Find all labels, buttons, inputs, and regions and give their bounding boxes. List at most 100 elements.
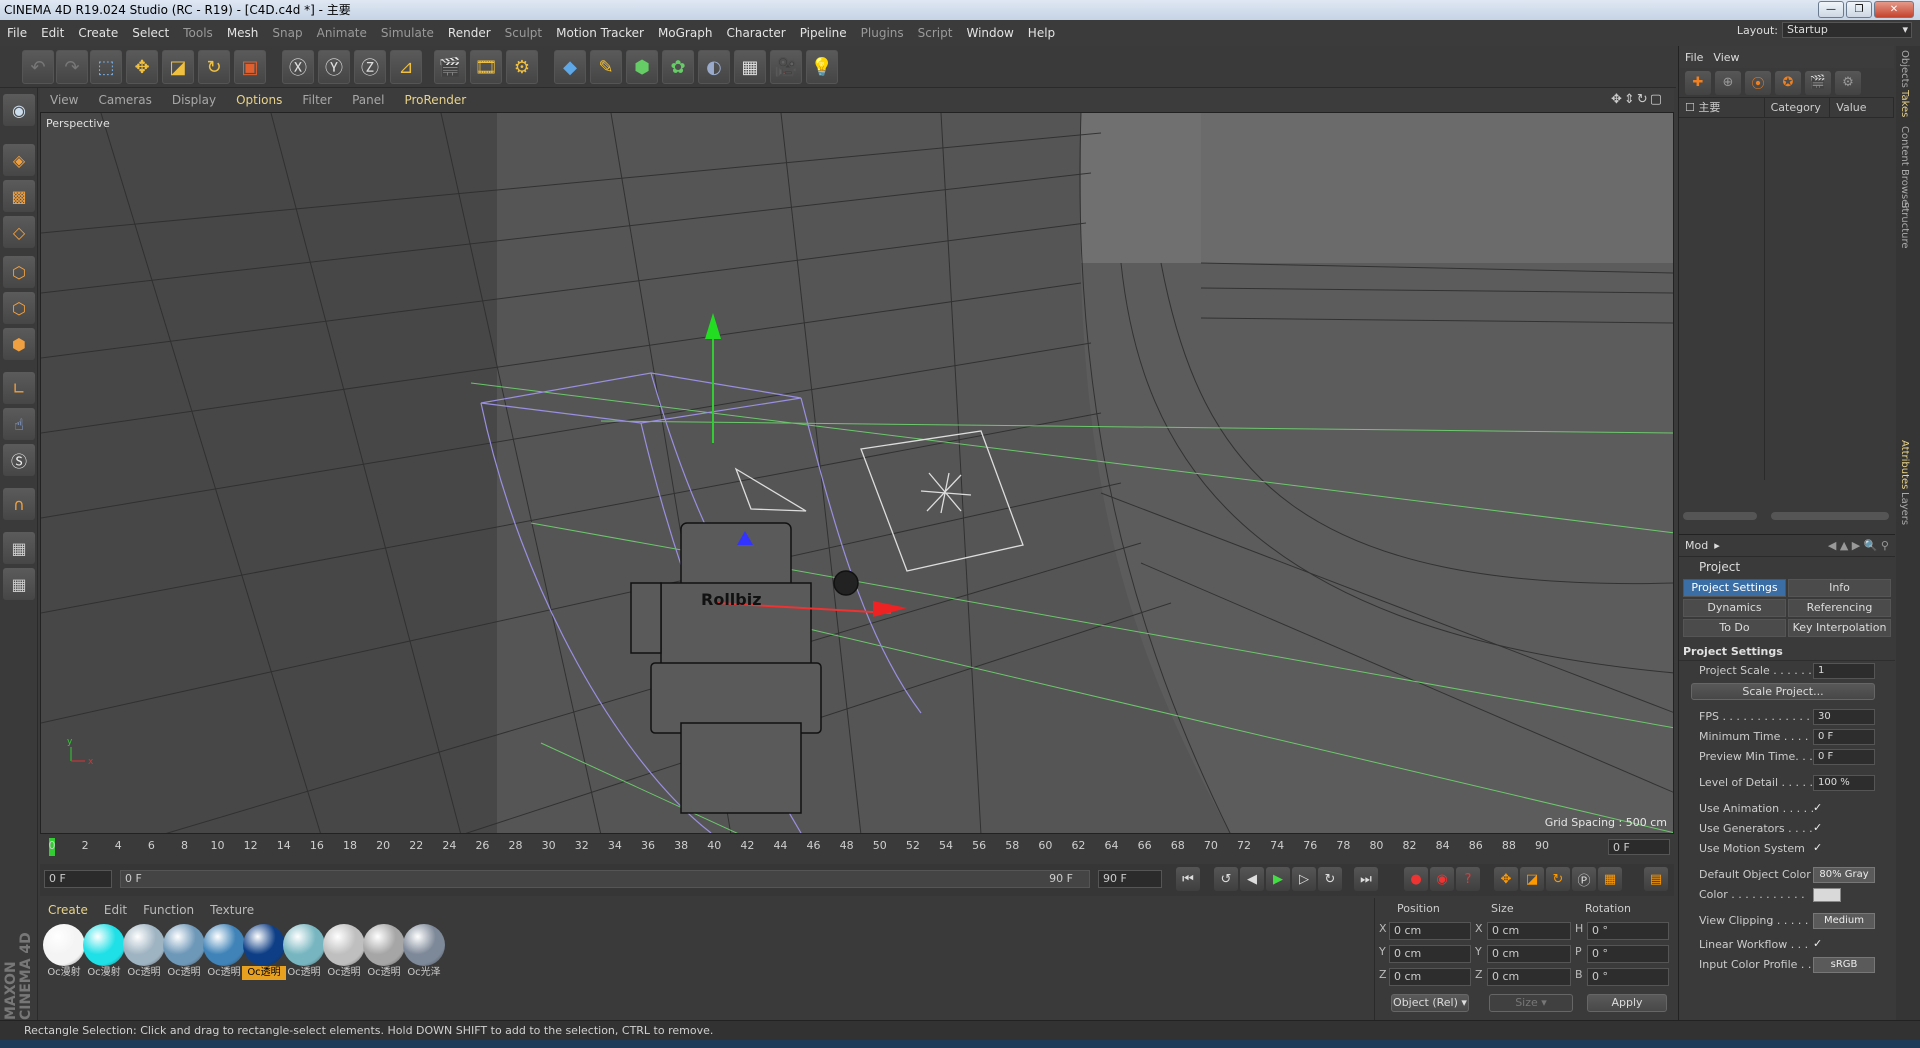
render-view-icon[interactable]: 🎬 [434, 50, 466, 84]
size-mode-dropdown[interactable]: Size ▾ [1489, 994, 1573, 1012]
tweak-mode-icon[interactable]: ☝ [3, 408, 35, 440]
attribute-value-field[interactable]: 1 [1813, 663, 1875, 679]
menu-snap[interactable]: Snap [265, 26, 309, 40]
take-lock-icon[interactable]: ✪ [1775, 70, 1801, 95]
side-tab-attributes[interactable]: Attributes [1899, 440, 1910, 489]
z-axis-lock-icon[interactable]: Ⓩ [354, 50, 386, 84]
tab-info[interactable]: Info [1788, 579, 1891, 597]
attribute-value-field[interactable]: 30 [1813, 709, 1875, 725]
subdivision-icon[interactable]: ⬢ [626, 50, 658, 84]
attribute-checkbox[interactable]: ✓ [1813, 822, 1825, 834]
position-field[interactable]: 0 cm [1389, 968, 1471, 986]
snap-icon[interactable]: ∩ [3, 488, 35, 520]
attribute-value-field[interactable]: 0 F [1813, 729, 1875, 745]
viewport-menu-prorender[interactable]: ProRender [394, 93, 476, 107]
redo-icon[interactable]: ↷ [56, 50, 88, 84]
attribute-checkbox[interactable]: ✓ [1813, 842, 1825, 854]
menu-script[interactable]: Script [911, 26, 960, 40]
rotation-field[interactable]: 0 ° [1587, 968, 1669, 986]
material-thumbnail[interactable]: Oc透明 [282, 924, 326, 984]
material-thumbnail[interactable]: Oc漫射 [82, 924, 126, 984]
pen-spline-icon[interactable]: ✎ [590, 50, 622, 84]
key-parameter-icon[interactable]: Ⓟ [1572, 867, 1596, 891]
material-menu-function[interactable]: Function [135, 903, 202, 917]
takes-tree[interactable] [1679, 120, 1765, 480]
size-field[interactable]: 0 cm [1487, 945, 1571, 963]
go-to-start-icon[interactable]: ⏮ [1176, 867, 1200, 891]
attribute-dropdown[interactable]: Medium [1813, 913, 1875, 929]
side-tab-takes[interactable]: Takes [1899, 90, 1910, 117]
tab-dynamics[interactable]: Dynamics [1683, 599, 1786, 617]
attribute-nav-icons[interactable]: ◀ ▲ ▶ 🔍 ⚲ [1828, 539, 1895, 552]
cube-icon[interactable]: ◆ [554, 50, 586, 84]
take-override-icon[interactable]: ⊕ [1715, 70, 1741, 95]
material-thumbnail[interactable]: Oc透明 [242, 924, 286, 984]
material-menu-create[interactable]: Create [40, 903, 96, 917]
apply-button[interactable]: Apply [1587, 994, 1667, 1012]
viewport-menu-view[interactable]: View [40, 93, 88, 107]
tab-project-settings[interactable]: Project Settings [1683, 579, 1786, 597]
menu-mograph[interactable]: MoGraph [651, 26, 720, 40]
end-frame-field[interactable]: 90 F [1098, 870, 1162, 888]
takes-menu-view[interactable]: View [1713, 51, 1739, 64]
planar-workplane-icon[interactable]: ▦ [3, 568, 35, 600]
selection-tool-icon[interactable]: ⬚ [90, 50, 122, 84]
tab-to-do[interactable]: To Do [1683, 619, 1786, 637]
menu-plugins[interactable]: Plugins [854, 26, 911, 40]
polygons-mode-icon[interactable]: ⬢ [3, 328, 35, 360]
menu-sculpt[interactable]: Sculpt [498, 26, 549, 40]
edges-mode-icon[interactable]: ⬡ [3, 292, 35, 324]
current-frame-field[interactable]: 0 F [1608, 839, 1670, 855]
viewport-nav-icons[interactable]: ✥⇕↻▢ [1611, 92, 1664, 107]
material-thumbnail[interactable]: Oc漫射 [42, 924, 86, 984]
side-tab-content-browser[interactable]: Content Browser [1899, 126, 1910, 209]
recent-tools-icon[interactable]: ▣ [234, 50, 266, 84]
range-slider[interactable]: 0 F 90 F [120, 870, 1090, 888]
new-take-icon[interactable]: ✚ [1685, 70, 1711, 95]
menu-pipeline[interactable]: Pipeline [793, 26, 854, 40]
material-menu-texture[interactable]: Texture [202, 903, 262, 917]
keyframe-selection-icon[interactable]: ? [1456, 867, 1480, 891]
position-field[interactable]: 0 cm [1389, 945, 1471, 963]
key-scale-icon[interactable]: ◪ [1520, 867, 1544, 891]
make-editable-icon[interactable]: ◉ [3, 94, 35, 126]
material-thumbnail[interactable]: Oc透明 [122, 924, 166, 984]
material-thumbnail[interactable]: Oc透明 [362, 924, 406, 984]
menu-motion-tracker[interactable]: Motion Tracker [549, 26, 651, 40]
solo-mode-icon[interactable]: Ⓢ [3, 444, 35, 476]
floor-icon[interactable]: ▦ [734, 50, 766, 84]
model-mode-icon[interactable]: ◈ [3, 144, 35, 176]
auto-take-icon[interactable]: ⦿ [1745, 70, 1771, 95]
side-tab-structure[interactable]: Structure [1899, 202, 1910, 249]
menu-select[interactable]: Select [125, 26, 176, 40]
menu-help[interactable]: Help [1021, 26, 1062, 40]
cloner-icon[interactable]: ✿ [662, 50, 694, 84]
attribute-value-field[interactable]: 0 F [1813, 749, 1875, 765]
takes-scrollbar-right[interactable] [1771, 512, 1889, 520]
record-keys-icon[interactable]: ● [1404, 867, 1428, 891]
menu-edit[interactable]: Edit [34, 26, 71, 40]
axis-mode-icon[interactable]: ∟ [3, 372, 35, 404]
menu-create[interactable]: Create [71, 26, 125, 40]
attribute-dropdown[interactable]: sRGB [1813, 957, 1875, 973]
start-frame-field[interactable]: 0 F [44, 870, 112, 888]
take-render-settings-icon[interactable]: ⚙ [1835, 70, 1861, 95]
points-mode-icon[interactable]: ⬡ [3, 256, 35, 288]
viewport-menu-cameras[interactable]: Cameras [88, 93, 161, 107]
menu-window[interactable]: Window [959, 26, 1020, 40]
color-swatch[interactable] [1813, 888, 1841, 902]
camera-icon[interactable]: 🎥 [770, 50, 802, 84]
maximize-button[interactable]: ❐ [1846, 1, 1872, 18]
attribute-value-field[interactable]: 100 % [1813, 775, 1875, 791]
autokey-icon[interactable]: ◉ [1430, 867, 1454, 891]
render-settings-icon[interactable]: ⚙ [506, 50, 538, 84]
tab-referencing[interactable]: Referencing [1788, 599, 1891, 617]
viewport-menu-panel[interactable]: Panel [342, 93, 394, 107]
menu-render[interactable]: Render [441, 26, 498, 40]
rotation-field[interactable]: 0 ° [1587, 945, 1669, 963]
takes-menu-file[interactable]: File [1685, 51, 1703, 64]
material-thumbnail[interactable]: Oc透明 [202, 924, 246, 984]
side-tab-layers[interactable]: Layers [1899, 492, 1910, 525]
menu-animate[interactable]: Animate [310, 26, 374, 40]
material-thumbnail[interactable]: Oc透明 [162, 924, 206, 984]
